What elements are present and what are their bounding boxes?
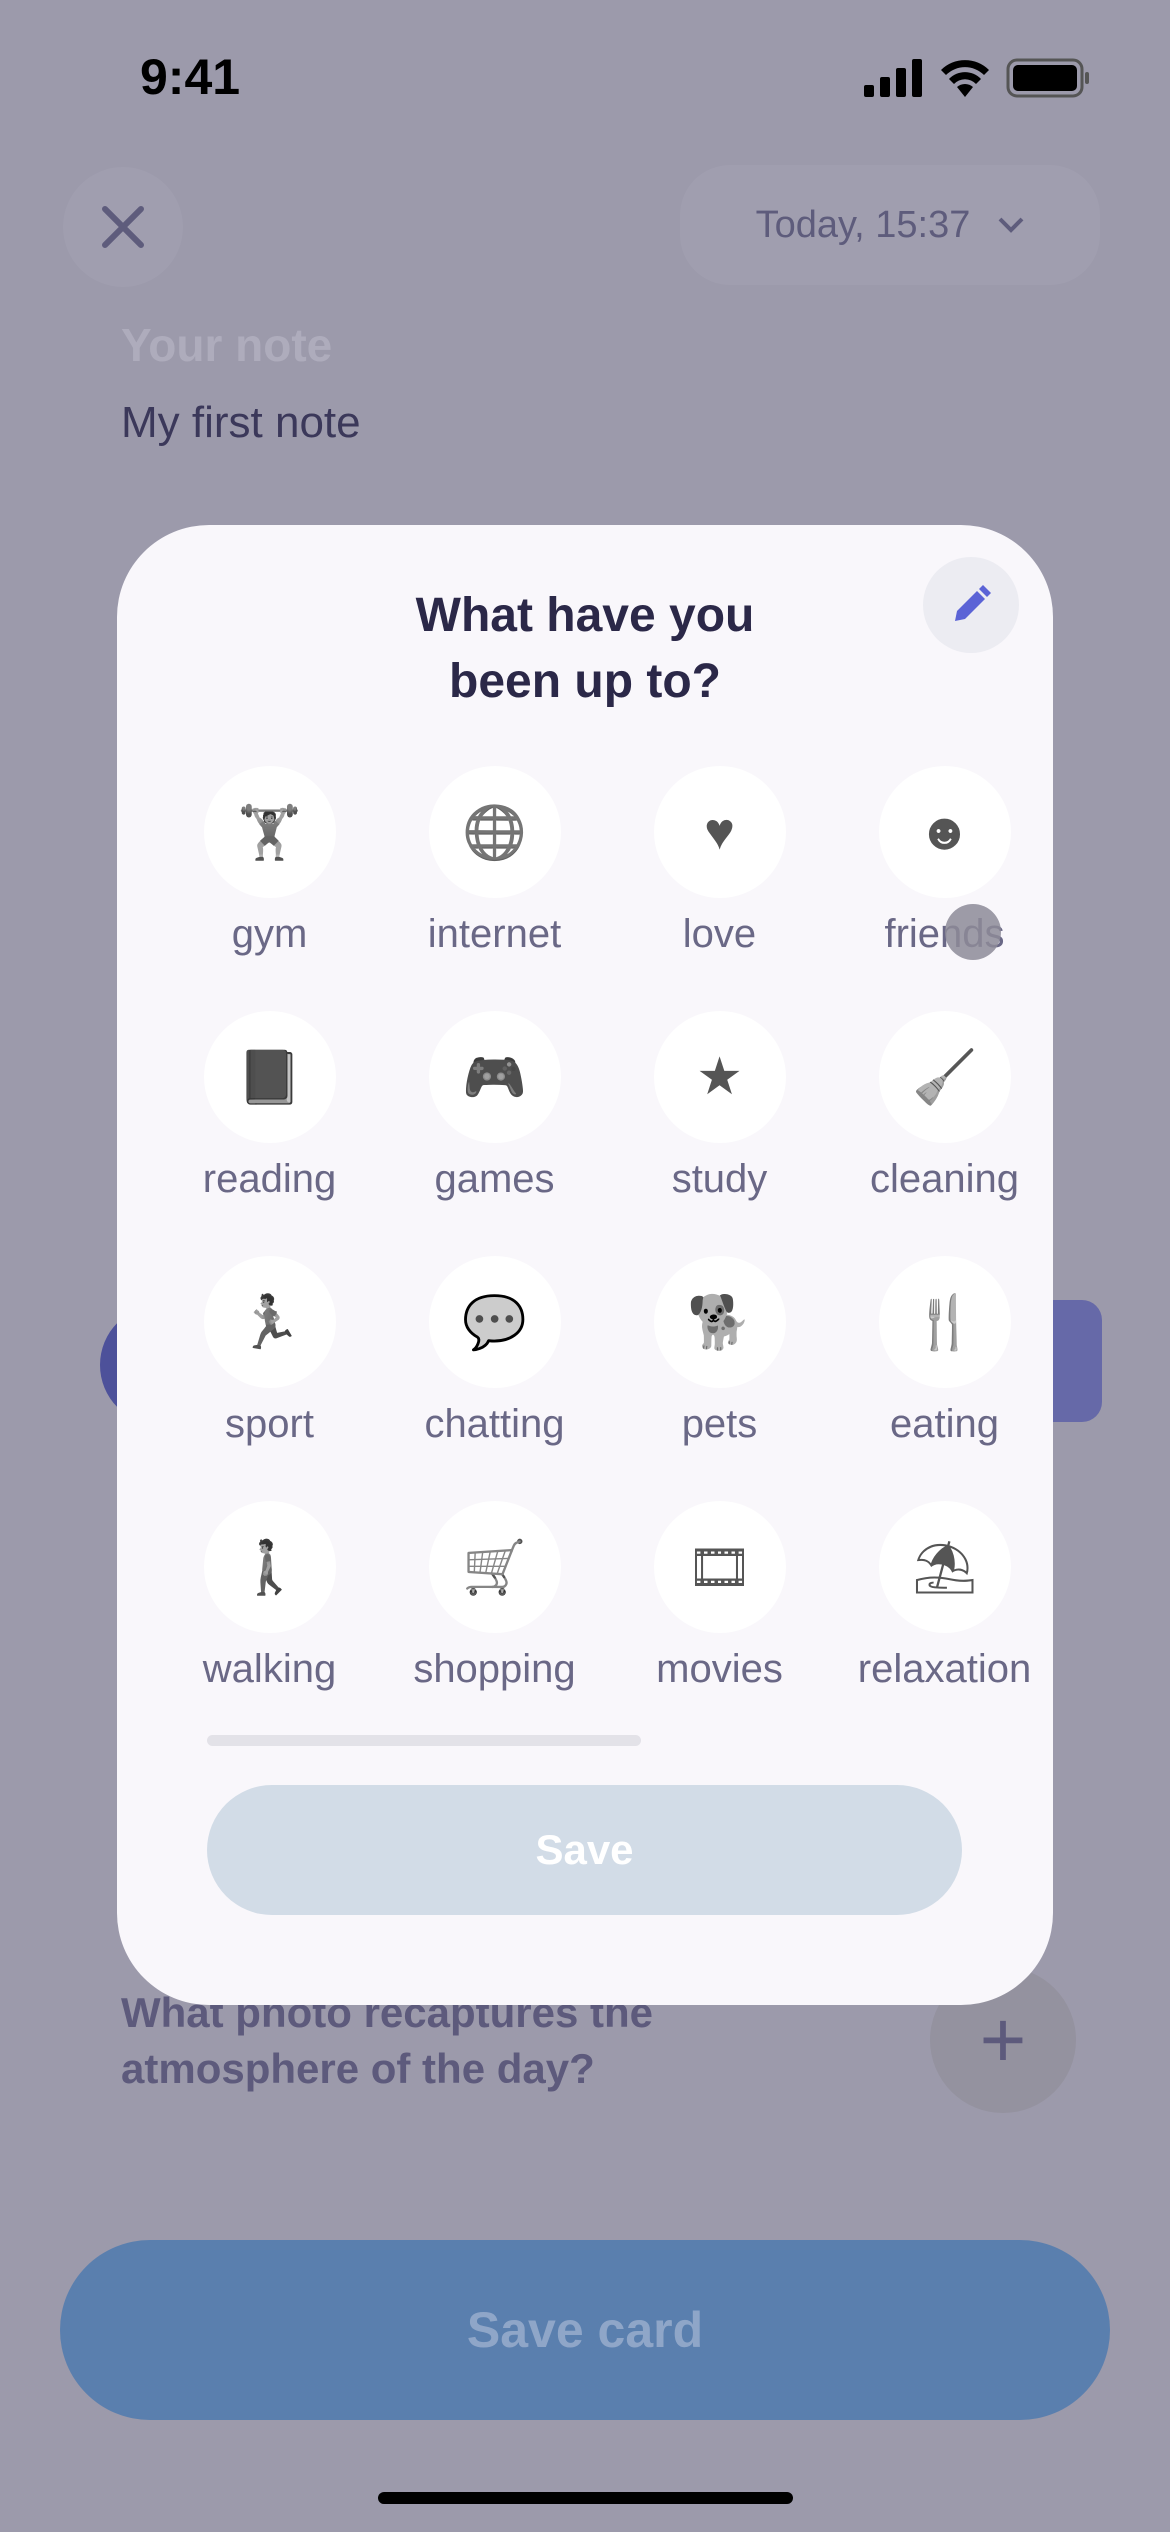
activity-icon-circle: 🧹 (878, 1011, 1011, 1143)
weightlifter-icon: 🏋 (237, 803, 302, 862)
status-icons (864, 58, 1090, 98)
activity-games[interactable]: 🎮 games (382, 1011, 607, 1202)
globe-icon: 🌐 (462, 803, 527, 862)
activity-icon-circle: 🛒 (428, 1501, 561, 1633)
cart-icon: 🛒 (462, 1538, 527, 1597)
activity-cleaning[interactable]: 🧹 cleaning (832, 1011, 1057, 1202)
activity-study[interactable]: ★ study (607, 1011, 832, 1202)
activity-label: internet (427, 912, 562, 956)
activity-eating[interactable]: 🍴 eating (832, 1256, 1057, 1447)
study-book-icon: ★ (696, 1048, 743, 1106)
touch-indicator (945, 904, 1001, 960)
faces-icon: ☻ (917, 803, 972, 861)
book-icon: 📕 (237, 1048, 302, 1107)
activity-icon-circle: 🎞 (653, 1501, 786, 1633)
note-input[interactable]: My first note (121, 398, 361, 448)
activity-icon-circle: ★ (653, 1011, 786, 1143)
activity-label: pets (681, 1402, 758, 1446)
gamepad-icon: 🎮 (462, 1048, 527, 1107)
activity-relaxation[interactable]: ⛱ relaxation (832, 1501, 1057, 1692)
activity-label: gym (231, 912, 308, 956)
activity-label: study (671, 1157, 768, 1201)
note-label: Your note (121, 319, 333, 371)
modal-title: What have you been up to? (415, 589, 755, 708)
close-button[interactable] (63, 167, 183, 287)
activity-icon-circle: ☻ (878, 766, 1011, 898)
close-icon (102, 206, 144, 248)
background-chip-right (1050, 1300, 1102, 1422)
activity-icon-circle: ♥ (653, 766, 786, 898)
activity-label: relaxation (857, 1647, 1032, 1691)
plate-fork-knife-icon: 🍴 (912, 1293, 977, 1352)
activity-icon-circle: 🍴 (878, 1256, 1011, 1388)
activity-label: walking (202, 1647, 337, 1691)
activity-icon-circle: 🌐 (428, 766, 561, 898)
horizontal-scrollbar[interactable] (207, 1735, 641, 1746)
edit-button[interactable] (923, 557, 1019, 653)
save-card-button[interactable]: Save card (60, 2240, 1110, 2420)
beach-umbrella-icon: ⛱ (911, 1538, 978, 1597)
activity-icon-circle: 🏋 (203, 766, 336, 898)
chevron-down-icon (998, 217, 1024, 233)
activity-internet[interactable]: 🌐 internet (382, 766, 607, 957)
wifi-icon (941, 60, 989, 97)
activity-love[interactable]: ♥ love (607, 766, 832, 957)
activity-icon-circle: 📕 (203, 1011, 336, 1143)
activity-icon-circle: ⛱ (878, 1501, 1011, 1633)
activity-icon-circle: 🐕 (653, 1256, 786, 1388)
heart-icon: ♥ (704, 803, 735, 861)
activity-label: eating (890, 1402, 999, 1446)
home-indicator[interactable] (378, 2492, 793, 2504)
activity-walking[interactable]: 🚶 walking (157, 1501, 382, 1692)
activity-icon-circle: 🏃 (203, 1256, 336, 1388)
activity-sport[interactable]: 🏃 sport (157, 1256, 382, 1447)
status-time: 9:41 (140, 49, 241, 105)
activity-movies[interactable]: 🎞 movies (607, 1501, 832, 1692)
activity-label: chatting (424, 1402, 565, 1446)
date-text: Today, 15:37 (755, 203, 971, 246)
activity-label: love (682, 912, 757, 956)
activity-label: movies (656, 1647, 783, 1691)
activity-shopping[interactable]: 🛒 shopping (382, 1501, 607, 1692)
plus-icon: + (979, 1995, 1027, 2084)
activity-icon-circle: 🎮 (428, 1011, 561, 1143)
activity-label: reading (202, 1157, 337, 1201)
date-selector[interactable]: Today, 15:37 (680, 165, 1100, 285)
activity-icon-circle: 💬 (428, 1256, 561, 1388)
battery-icon (1006, 58, 1089, 98)
activity-label: shopping (413, 1647, 576, 1691)
bucket-broom-icon: 🧹 (912, 1048, 977, 1107)
walker-icon: 🚶 (237, 1538, 302, 1597)
dog-cat-icon: 🐕 (687, 1293, 752, 1352)
signal-icon (864, 59, 922, 97)
activity-label: sport (225, 1402, 314, 1446)
activity-label: games (434, 1157, 555, 1201)
activities-modal: What have you been up to? 🏋 gym 🌐 internet ♥ l… (117, 525, 1053, 2005)
phone-chat-icon: 💬 (462, 1293, 527, 1352)
activity-label: cleaning (869, 1157, 1019, 1201)
film-reel-icon: 🎞 (686, 1538, 753, 1597)
activity-icon-circle: 🚶 (203, 1501, 336, 1633)
activity-reading[interactable]: 📕 reading (157, 1011, 382, 1202)
runner-icon: 🏃 (237, 1293, 302, 1352)
activity-gym[interactable]: 🏋 gym (157, 766, 382, 957)
pencil-icon (955, 585, 991, 621)
activity-pets[interactable]: 🐕 pets (607, 1256, 832, 1447)
activity-chatting[interactable]: 💬 chatting (382, 1256, 607, 1447)
save-button[interactable]: Save (207, 1785, 962, 1915)
